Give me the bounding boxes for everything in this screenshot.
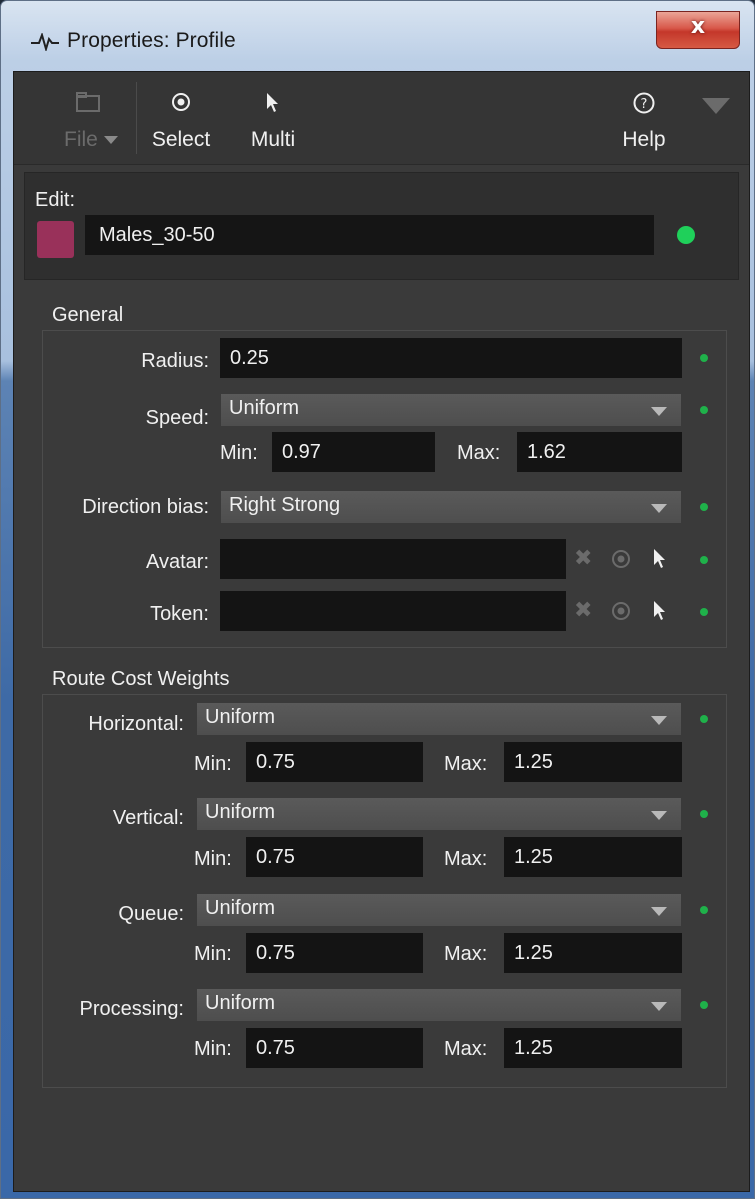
cursor-icon[interactable] bbox=[653, 600, 667, 622]
cursor-icon bbox=[267, 93, 278, 112]
properties-window: Properties: Profile x File Select Multi … bbox=[0, 0, 755, 1199]
target-icon bbox=[172, 93, 190, 111]
queue-max-input[interactable] bbox=[504, 933, 682, 973]
processing-min-input[interactable] bbox=[246, 1028, 423, 1068]
clear-token-icon[interactable]: ✖ bbox=[574, 598, 592, 623]
processing-max-input[interactable] bbox=[504, 1028, 682, 1068]
queue-status-dot bbox=[700, 906, 708, 914]
edit-panel: Edit: bbox=[24, 172, 739, 280]
horizontal-status-dot bbox=[700, 715, 708, 723]
chevron-down-icon bbox=[651, 407, 667, 416]
chevron-down-icon bbox=[651, 907, 667, 916]
multi-label: Multi bbox=[250, 128, 296, 151]
speed-label: Speed: bbox=[145, 407, 209, 429]
horizontal-select[interactable]: Uniform bbox=[196, 702, 682, 736]
radius-input[interactable] bbox=[220, 338, 682, 378]
vertical-status-dot bbox=[700, 810, 708, 818]
status-indicator bbox=[677, 226, 695, 244]
help-label: Help bbox=[622, 128, 666, 151]
speed-min-input[interactable] bbox=[272, 432, 435, 472]
toolbar: File Select Multi ? Help bbox=[14, 72, 749, 165]
svg-text:?: ? bbox=[641, 97, 648, 112]
waveform-icon bbox=[31, 33, 59, 51]
edit-label: Edit: bbox=[35, 189, 76, 211]
chevron-down-icon bbox=[651, 1002, 667, 1011]
chevron-down-icon bbox=[651, 811, 667, 820]
vertical-max-label: Max: bbox=[444, 848, 488, 870]
processing-min-label: Min: bbox=[194, 1038, 232, 1060]
vertical-max-input[interactable] bbox=[504, 837, 682, 877]
cursor-icon[interactable] bbox=[653, 548, 667, 570]
direction-bias-selected-value: Right Strong bbox=[229, 494, 341, 516]
speed-selected-value: Uniform bbox=[229, 397, 300, 419]
queue-max-label: Max: bbox=[444, 943, 488, 965]
profile-color-swatch[interactable] bbox=[37, 221, 74, 258]
horizontal-max-input[interactable] bbox=[504, 742, 682, 782]
chevron-down-icon bbox=[651, 716, 667, 725]
queue-min-label: Min: bbox=[194, 943, 232, 965]
processing-max-label: Max: bbox=[444, 1038, 488, 1060]
speed-select[interactable]: Uniform bbox=[220, 393, 682, 427]
file-label: File bbox=[64, 128, 136, 152]
general-group-title: General bbox=[52, 304, 124, 326]
direction-bias-status-dot bbox=[700, 503, 708, 511]
target-icon[interactable] bbox=[611, 601, 631, 621]
vertical-label: Vertical: bbox=[112, 807, 184, 829]
token-label: Token: bbox=[150, 603, 209, 625]
queue-label: Queue: bbox=[118, 903, 184, 925]
token-input[interactable] bbox=[220, 591, 566, 631]
processing-status-dot bbox=[700, 1001, 708, 1009]
avatar-label: Avatar: bbox=[146, 551, 209, 573]
speed-min-label: Min: bbox=[220, 442, 258, 464]
radius-label: Radius: bbox=[141, 350, 209, 372]
file-menu-button[interactable]: File bbox=[56, 72, 136, 164]
horizontal-label: Horizontal: bbox=[88, 713, 184, 735]
token-status-dot bbox=[700, 608, 708, 616]
vertical-selected-value: Uniform bbox=[205, 801, 276, 823]
speed-max-input[interactable] bbox=[517, 432, 682, 472]
avatar-status-dot bbox=[700, 556, 708, 564]
speed-status-dot bbox=[700, 406, 708, 414]
horizontal-selected-value: Uniform bbox=[205, 706, 276, 728]
avatar-input[interactable] bbox=[220, 539, 566, 579]
vertical-min-input[interactable] bbox=[246, 837, 423, 877]
client-area: File Select Multi ? Help Edit: Males_30-… bbox=[13, 71, 750, 1192]
route-cost-weights-title: Route Cost Weights bbox=[52, 668, 230, 690]
processing-selected-value: Uniform bbox=[205, 992, 276, 1014]
toolbar-overflow-icon[interactable] bbox=[702, 98, 730, 114]
processing-label: Processing: bbox=[79, 998, 185, 1020]
radius-status-dot bbox=[700, 354, 708, 362]
target-icon[interactable] bbox=[611, 549, 631, 569]
queue-selected-value: Uniform bbox=[205, 897, 276, 919]
vertical-min-label: Min: bbox=[194, 848, 232, 870]
toolbar-separator bbox=[136, 82, 137, 154]
close-button[interactable]: x bbox=[656, 11, 740, 49]
clear-avatar-icon[interactable]: ✖ bbox=[574, 546, 592, 571]
direction-bias-label: Direction bias: bbox=[82, 496, 209, 518]
folder-icon bbox=[76, 92, 100, 112]
title-bar[interactable]: Properties: Profile x bbox=[1, 1, 755, 73]
horizontal-max-label: Max: bbox=[444, 753, 488, 775]
select-label: Select bbox=[151, 128, 211, 151]
horizontal-min-label: Min: bbox=[194, 753, 232, 775]
close-icon: x bbox=[690, 14, 706, 39]
speed-max-label: Max: bbox=[457, 442, 501, 464]
profile-name-input[interactable] bbox=[85, 215, 654, 255]
dropdown-arrow-icon bbox=[103, 136, 118, 145]
select-button[interactable]: Select bbox=[146, 72, 216, 164]
chevron-down-icon bbox=[651, 504, 667, 513]
horizontal-min-input[interactable] bbox=[246, 742, 423, 782]
help-button[interactable]: ? Help bbox=[620, 72, 668, 164]
queue-min-input[interactable] bbox=[246, 933, 423, 973]
processing-select[interactable]: Uniform bbox=[196, 988, 682, 1022]
direction-bias-select[interactable]: Right Strong bbox=[220, 490, 682, 524]
window-title: Properties: Profile bbox=[67, 29, 236, 52]
help-icon: ? bbox=[633, 92, 655, 114]
multi-button[interactable]: Multi bbox=[246, 72, 300, 164]
vertical-select[interactable]: Uniform bbox=[196, 797, 682, 831]
queue-select[interactable]: Uniform bbox=[196, 893, 682, 927]
